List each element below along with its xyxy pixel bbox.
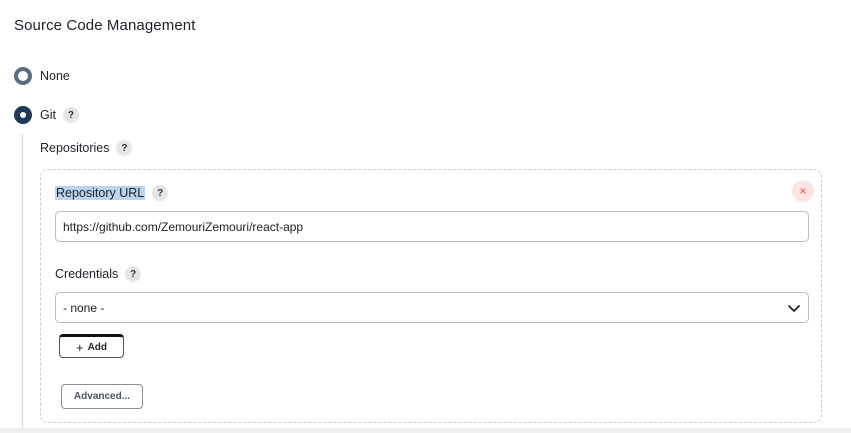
section-indent-line [22, 134, 23, 433]
advanced-button[interactable]: Advanced... [61, 384, 143, 409]
plus-icon: + [75, 339, 84, 355]
radio-git[interactable] [14, 106, 32, 124]
credentials-selected-value: - none - [63, 300, 105, 315]
add-button-label: Add [87, 341, 108, 353]
repositories-help-icon[interactable]: ? [116, 140, 133, 156]
repositories-label: Repositories [40, 141, 110, 155]
credentials-label: Credentials [55, 267, 119, 281]
radio-git-label: Git [40, 108, 56, 122]
repository-url-input[interactable]: https://github.com/ZemouriZemouri/react-… [55, 211, 809, 242]
credentials-help-icon[interactable]: ? [125, 266, 142, 282]
git-help-icon[interactable]: ? [62, 107, 79, 123]
repository-url-heading: Repository URL ? [55, 185, 169, 201]
radio-none-label: None [40, 69, 70, 83]
delete-repository-icon[interactable]: × [792, 180, 814, 202]
scm-option-git[interactable]: Git ? [14, 106, 79, 124]
scm-option-none[interactable]: None [14, 67, 70, 85]
chevron-down-icon [788, 304, 800, 312]
bottom-edge [0, 428, 851, 433]
credentials-heading: Credentials ? [55, 266, 142, 282]
credentials-select[interactable]: - none - [55, 292, 809, 323]
repository-url-help-icon[interactable]: ? [152, 185, 169, 201]
add-credentials-button[interactable]: + Add [59, 334, 124, 358]
repository-url-label: Repository URL [55, 186, 146, 200]
radio-none[interactable] [14, 67, 32, 85]
repositories-heading: Repositories ? [40, 140, 133, 156]
section-title: Source Code Management [14, 17, 196, 34]
